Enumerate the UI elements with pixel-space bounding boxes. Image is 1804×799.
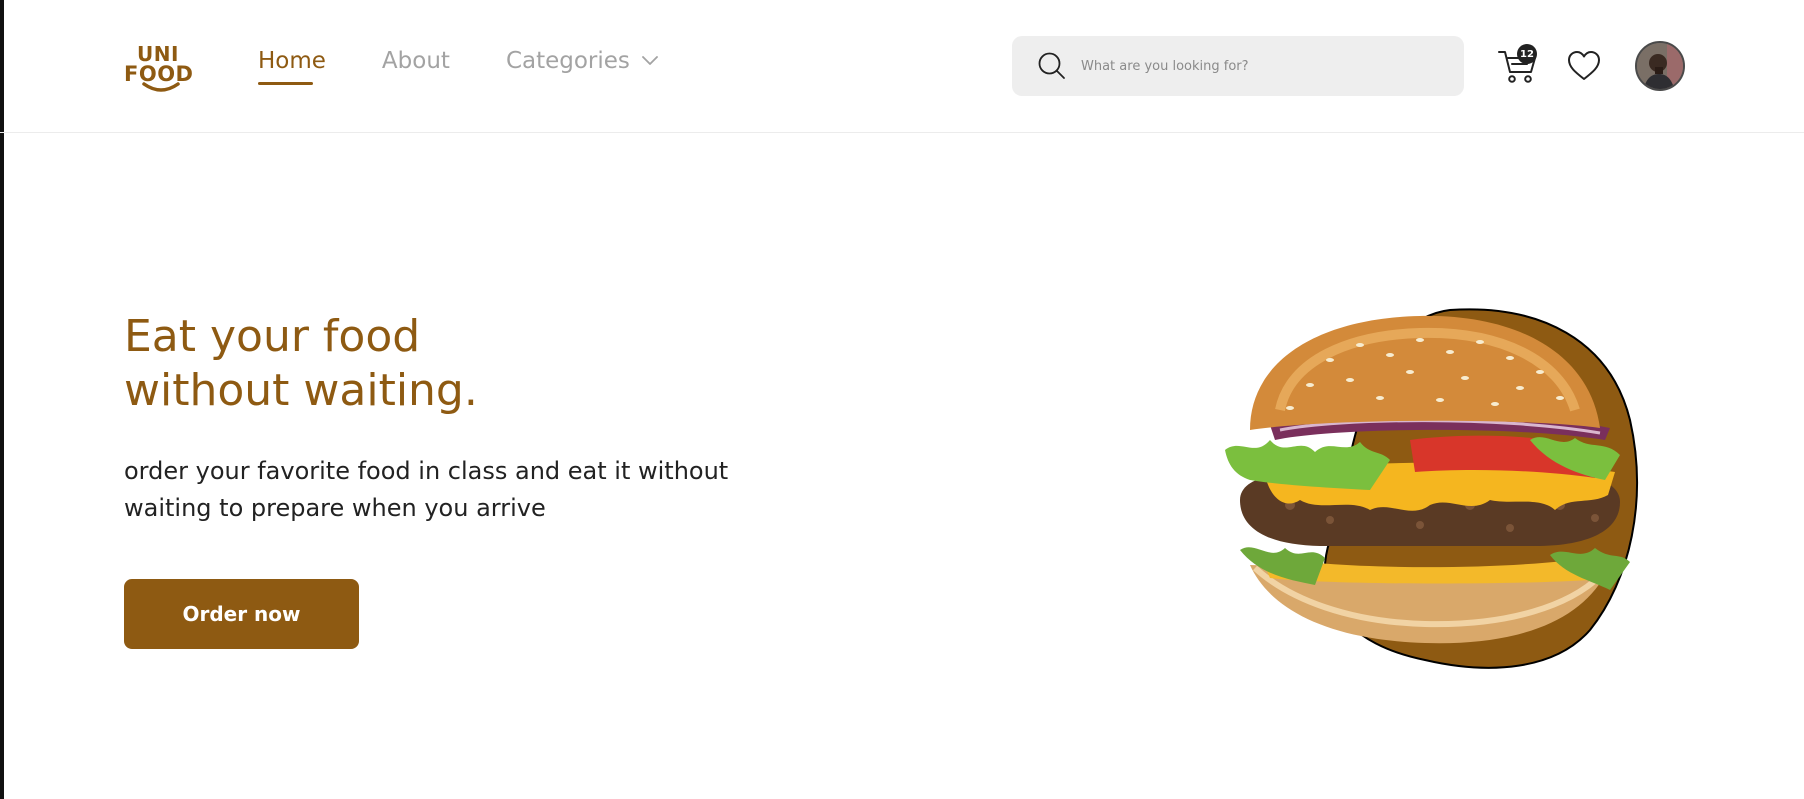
user-avatar[interactable] <box>1635 41 1685 91</box>
nav-categories-label: Categories <box>505 48 630 74</box>
nav-categories[interactable]: Categories <box>506 48 658 74</box>
cart-count-badge: 12 <box>1517 44 1537 64</box>
hero-subtitle-line1: order your favorite food in class and ea… <box>124 457 729 485</box>
logo-text-uni: UNI <box>137 42 179 66</box>
heart-icon[interactable] <box>1567 50 1601 82</box>
brand-logo[interactable]: UNI FOOD <box>124 44 196 94</box>
logo-smile-icon <box>142 82 180 92</box>
main-nav: Home About Categories <box>258 48 714 85</box>
hero-subtitle-line2: waiting to prepare when you arrive <box>124 494 546 522</box>
hero-title-line1: Eat your food <box>124 311 421 362</box>
burger-image <box>1225 308 1638 669</box>
nav-home[interactable]: Home <box>258 48 326 85</box>
nav-about[interactable]: About <box>382 48 450 74</box>
search-bar[interactable] <box>1012 36 1464 96</box>
search-input[interactable] <box>1081 58 1441 74</box>
top-header: UNI FOOD Home About Categories 12 <box>0 0 1804 133</box>
order-now-button[interactable]: Order now <box>124 579 359 649</box>
avatar-photo <box>1637 43 1683 89</box>
hero-title: Eat your food without waiting. <box>124 310 644 418</box>
hero-title-line2: without waiting. <box>124 365 478 416</box>
search-icon[interactable] <box>1037 51 1067 81</box>
hero-subtitle: order your favorite food in class and ea… <box>124 453 804 527</box>
chevron-down-icon <box>642 56 658 65</box>
